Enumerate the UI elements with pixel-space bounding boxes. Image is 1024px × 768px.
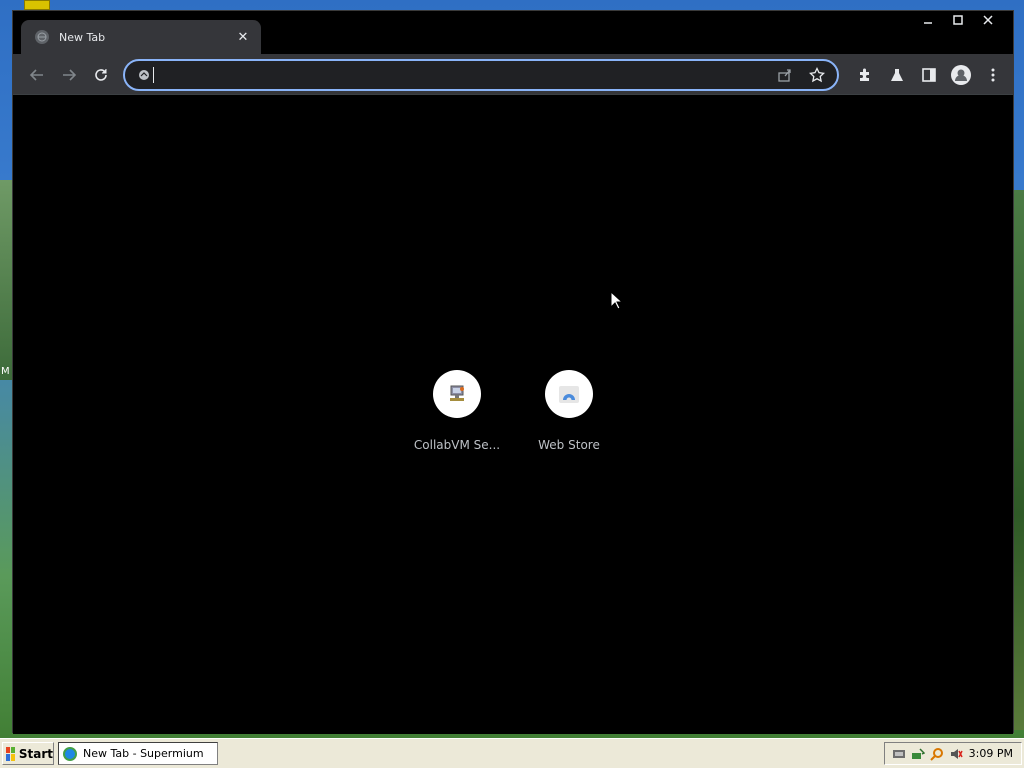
system-tray: 3:09 PM: [884, 742, 1022, 765]
address-input[interactable]: [160, 64, 765, 86]
extensions-icon[interactable]: [853, 63, 877, 87]
maximize-button[interactable]: [943, 11, 973, 29]
shortcut-label: CollabVM Se...: [413, 438, 501, 452]
search-icon[interactable]: [929, 746, 945, 762]
reload-icon: [95, 69, 107, 81]
forward-icon: [63, 69, 77, 81]
labs-icon[interactable]: [885, 63, 909, 87]
site-info-icon[interactable]: [137, 68, 151, 82]
supermium-icon: [63, 746, 77, 761]
side-panel-icon[interactable]: [917, 63, 941, 87]
back-icon: [29, 69, 43, 81]
speaker-icon[interactable]: [948, 746, 964, 762]
network-icon[interactable]: [891, 746, 907, 762]
taskbar-item-label: New Tab - Supermium: [83, 747, 204, 760]
taskbar-item-browser[interactable]: New Tab - Supermium: [58, 742, 218, 765]
back-button[interactable]: [25, 63, 49, 87]
shortcut-collabvm[interactable]: CollabVM Se...: [409, 370, 505, 452]
tab-close-icon[interactable]: ✕: [235, 30, 251, 45]
tab-title: New Tab: [59, 30, 106, 44]
windows-flag-icon: [6, 746, 15, 761]
profile-icon[interactable]: [949, 63, 973, 87]
address-bar-actions: [765, 63, 829, 87]
globe-icon: [35, 30, 49, 44]
reload-button[interactable]: [89, 63, 113, 87]
tab-new-tab[interactable]: New Tab ✕: [21, 20, 261, 54]
start-label: Start: [18, 746, 53, 761]
desktop-scenery-right: [1013, 190, 1024, 730]
share-icon[interactable]: [773, 63, 797, 87]
shortcut-web-store[interactable]: Web Store: [521, 370, 617, 452]
start-button[interactable]: Start: [2, 742, 54, 765]
address-bar[interactable]: [123, 59, 839, 91]
web-store-icon: [545, 370, 593, 418]
bookmark-star-icon[interactable]: [805, 63, 829, 87]
close-button[interactable]: [973, 11, 1003, 29]
window-controls: [913, 11, 1003, 29]
toolbar-right: [845, 63, 1005, 87]
safely-remove-icon[interactable]: [910, 746, 926, 762]
browser-window: New Tab ✕ CollabVM Se... Web Store: [12, 10, 1014, 734]
taskbar: Start New Tab - Supermium 3:09 PM: [0, 738, 1024, 768]
forward-button[interactable]: [57, 63, 81, 87]
menu-icon[interactable]: [981, 63, 1005, 87]
clock[interactable]: 3:09 PM: [969, 747, 1013, 760]
shortcut-label: Web Store: [538, 438, 600, 452]
desktop-scenery-left: [0, 180, 12, 380]
desktop-edge-text: M: [1, 366, 10, 377]
mouse-pointer-icon: [610, 290, 624, 314]
new-tab-page: CollabVM Se... Web Store: [13, 95, 1013, 734]
text-caret: [153, 67, 154, 83]
toolbar: [13, 54, 1013, 95]
minimize-button[interactable]: [913, 11, 943, 29]
collabvm-icon: [433, 370, 481, 418]
title-bar[interactable]: New Tab ✕: [13, 11, 1013, 54]
desktop-icon-folder[interactable]: [24, 0, 50, 10]
